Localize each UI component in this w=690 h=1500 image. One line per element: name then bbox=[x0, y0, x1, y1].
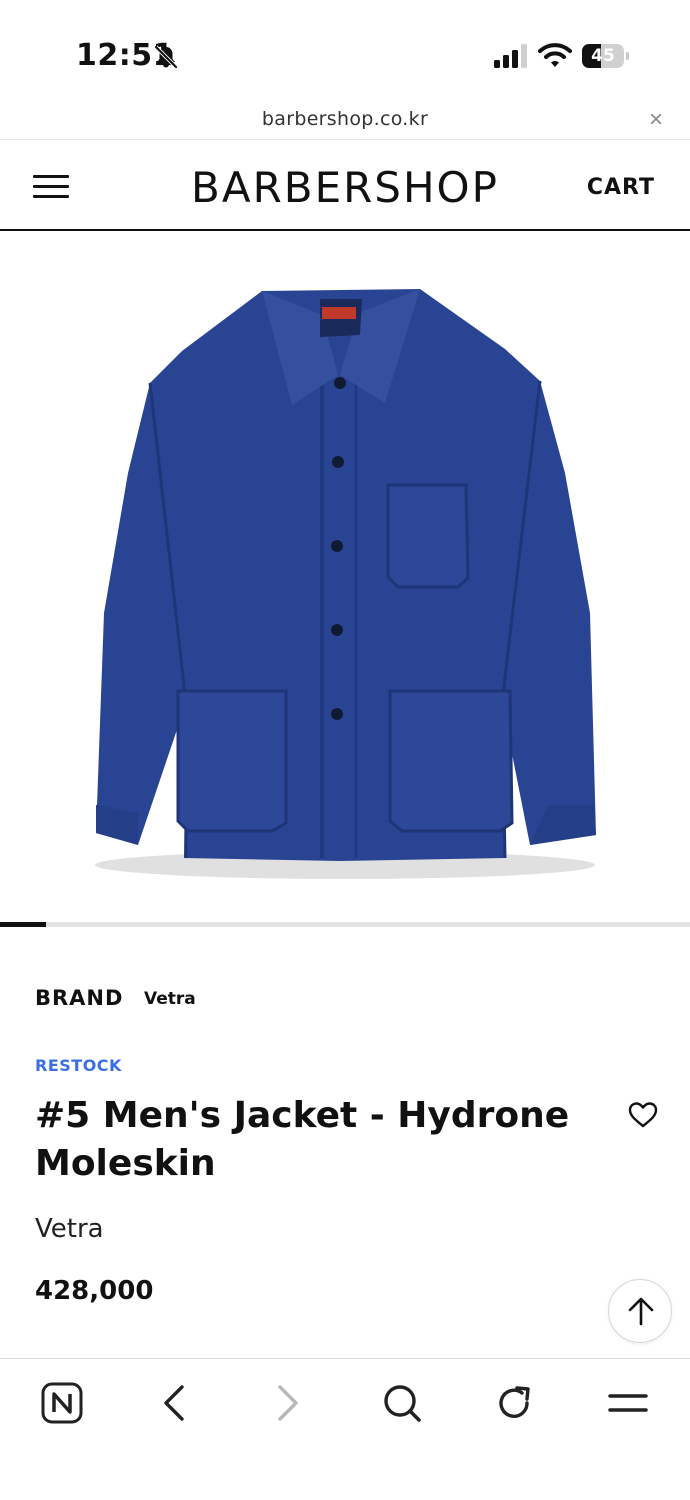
back-icon[interactable] bbox=[152, 1381, 196, 1425]
product-price: 428,000 bbox=[35, 1276, 154, 1306]
carousel-progress bbox=[0, 922, 690, 927]
close-icon[interactable]: × bbox=[644, 108, 668, 132]
cart-link[interactable]: CART bbox=[587, 175, 655, 200]
signal-icon bbox=[494, 44, 527, 68]
bell-off-icon bbox=[154, 45, 178, 69]
product-brand: Vetra bbox=[35, 1214, 104, 1244]
browser-toolbar bbox=[0, 1358, 690, 1500]
menu-icon[interactable] bbox=[606, 1381, 650, 1425]
brand-link[interactable]: Vetra bbox=[144, 989, 196, 1009]
product-image[interactable] bbox=[0, 233, 690, 923]
forward-icon[interactable] bbox=[266, 1381, 310, 1425]
search-icon[interactable] bbox=[380, 1381, 424, 1425]
naver-home-icon[interactable] bbox=[40, 1381, 84, 1425]
battery-icon: 45 bbox=[582, 44, 629, 68]
arrow-up-icon bbox=[628, 1297, 654, 1326]
refresh-icon[interactable] bbox=[492, 1381, 536, 1425]
site-header: BARBERSHOP CART bbox=[0, 141, 690, 231]
scroll-to-top-button[interactable] bbox=[608, 1279, 672, 1343]
restock-badge: RESTOCK bbox=[35, 1056, 122, 1075]
carousel-progress-thumb bbox=[0, 922, 46, 927]
url-text[interactable]: barbershop.co.kr bbox=[0, 108, 690, 130]
browser-url-bar[interactable]: barbershop.co.kr × bbox=[0, 100, 690, 140]
status-bar: 12:51 45 bbox=[0, 0, 690, 100]
brand-label: BRAND bbox=[35, 986, 124, 1010]
jacket-photo bbox=[95, 289, 596, 879]
wifi-icon bbox=[538, 43, 572, 67]
product-title: #5 Men's Jacket - Hydrone Moleskin bbox=[35, 1095, 570, 1184]
heart-icon[interactable] bbox=[628, 1101, 658, 1129]
battery-level: 45 bbox=[591, 46, 615, 66]
